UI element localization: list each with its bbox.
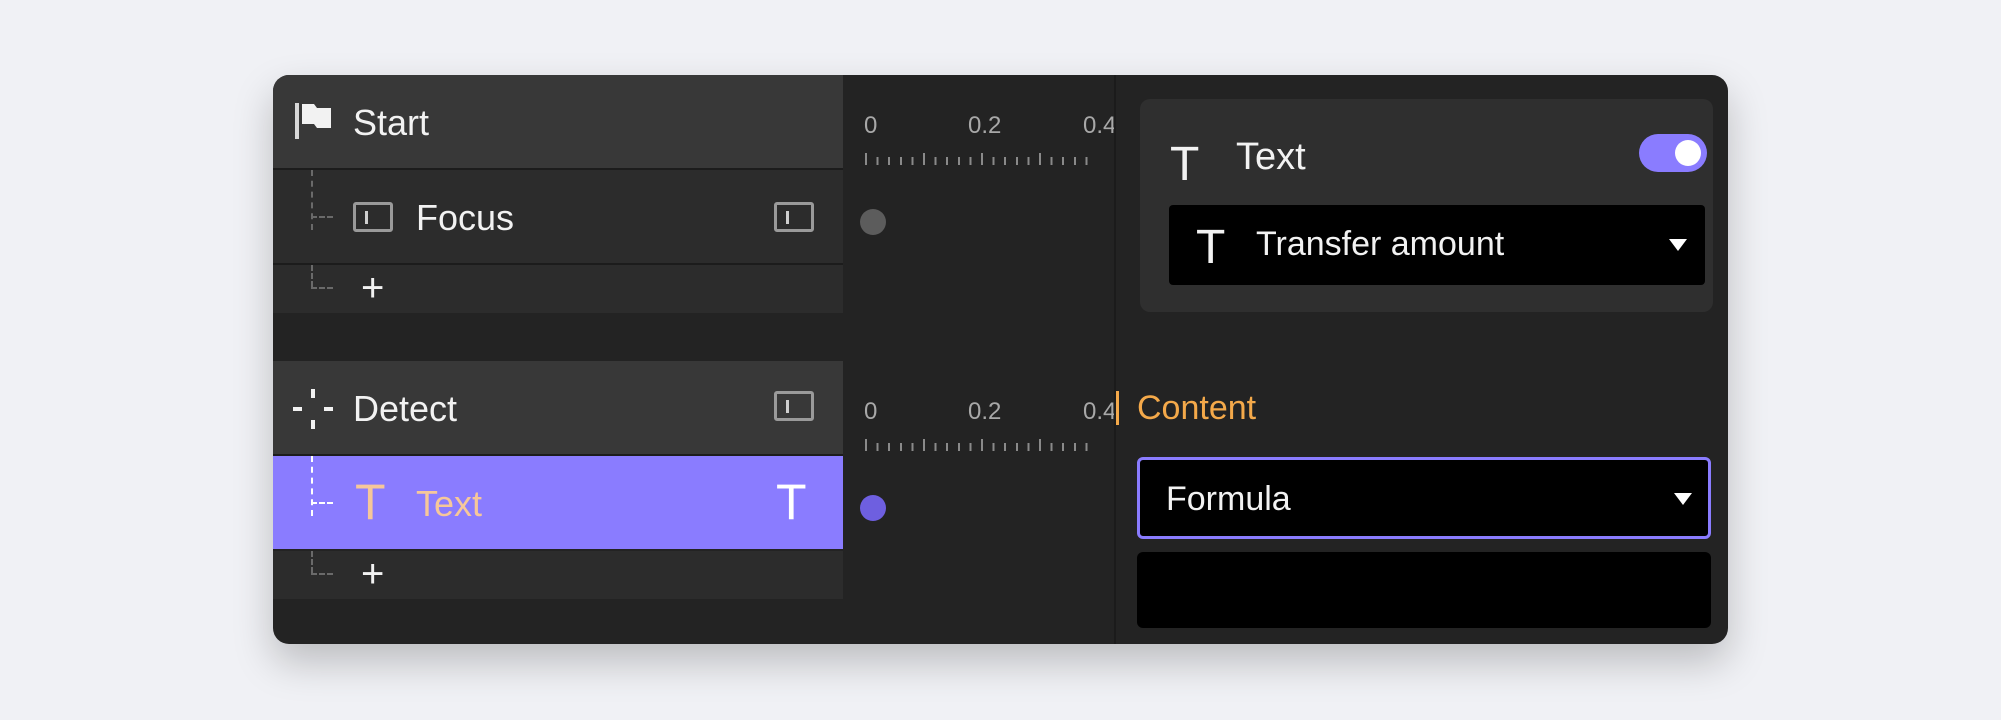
chevron-down-icon xyxy=(1674,493,1692,505)
tree-connector xyxy=(311,502,333,504)
action-label: Focus xyxy=(416,197,515,238)
toggle-knob xyxy=(1675,140,1701,166)
timeline-tick: 0.2 xyxy=(968,398,1002,425)
tree-connector xyxy=(311,216,333,218)
formula-input[interactable] xyxy=(1137,552,1711,628)
step-header-detect[interactable]: Detect xyxy=(273,361,843,456)
tree-connector xyxy=(311,551,313,573)
keyframe-dot[interactable] xyxy=(860,209,886,235)
tree-connector xyxy=(311,170,313,230)
chevron-down-icon xyxy=(1669,239,1687,251)
list-item-focus[interactable]: Focus xyxy=(273,170,843,265)
tree-connector xyxy=(311,265,313,287)
select-value: Formula xyxy=(1166,480,1291,518)
step-label: Detect xyxy=(353,388,458,429)
add-button[interactable]: + xyxy=(361,554,384,594)
add-button[interactable]: + xyxy=(361,268,384,308)
action-label: Text xyxy=(416,483,483,524)
timeline-tick: 0.4 xyxy=(1083,398,1117,425)
text-icon: T xyxy=(1170,138,1200,191)
select-value: Transfer amount xyxy=(1256,225,1505,263)
timeline-tick: 0.4 xyxy=(1083,112,1117,139)
frame-icon xyxy=(353,202,393,232)
text-icon[interactable]: T xyxy=(776,473,807,531)
app-window: Start Focus + 0 0.2 0.4 Detect T Text T … xyxy=(273,75,1728,644)
tree-connector xyxy=(311,456,313,516)
step-label: Start xyxy=(353,102,430,143)
content-label: Content xyxy=(1137,389,1257,427)
keyframe-dot[interactable] xyxy=(860,495,886,521)
timeline-ruler xyxy=(865,439,1097,451)
timeline-tick: 0.2 xyxy=(968,112,1002,139)
timeline-tick: 0 xyxy=(864,112,878,139)
inspector-title: Text xyxy=(1236,136,1306,178)
add-action-row: + xyxy=(273,551,843,599)
formula-select[interactable]: Formula xyxy=(1137,457,1711,539)
crosshair-icon xyxy=(293,389,333,429)
frame-icon[interactable] xyxy=(774,202,814,232)
timeline-tick: 0 xyxy=(864,398,878,425)
enable-toggle[interactable] xyxy=(1639,134,1707,172)
flag-icon xyxy=(295,103,331,139)
step-header-start[interactable]: Start xyxy=(273,75,843,170)
playhead-marker xyxy=(1116,391,1119,425)
inspector-card: T Text T Transfer amount xyxy=(1140,99,1713,312)
text-icon: T xyxy=(355,474,386,530)
field-select[interactable]: T Transfer amount xyxy=(1169,205,1705,285)
list-item-text-selected[interactable]: T Text T xyxy=(273,456,843,549)
timeline-ruler xyxy=(865,153,1097,165)
panel-divider xyxy=(1114,75,1116,644)
add-action-row: + xyxy=(273,265,843,313)
tree-connector xyxy=(311,573,333,575)
text-icon: T xyxy=(1196,221,1226,274)
frame-icon[interactable] xyxy=(774,391,814,421)
tree-connector xyxy=(311,287,333,289)
